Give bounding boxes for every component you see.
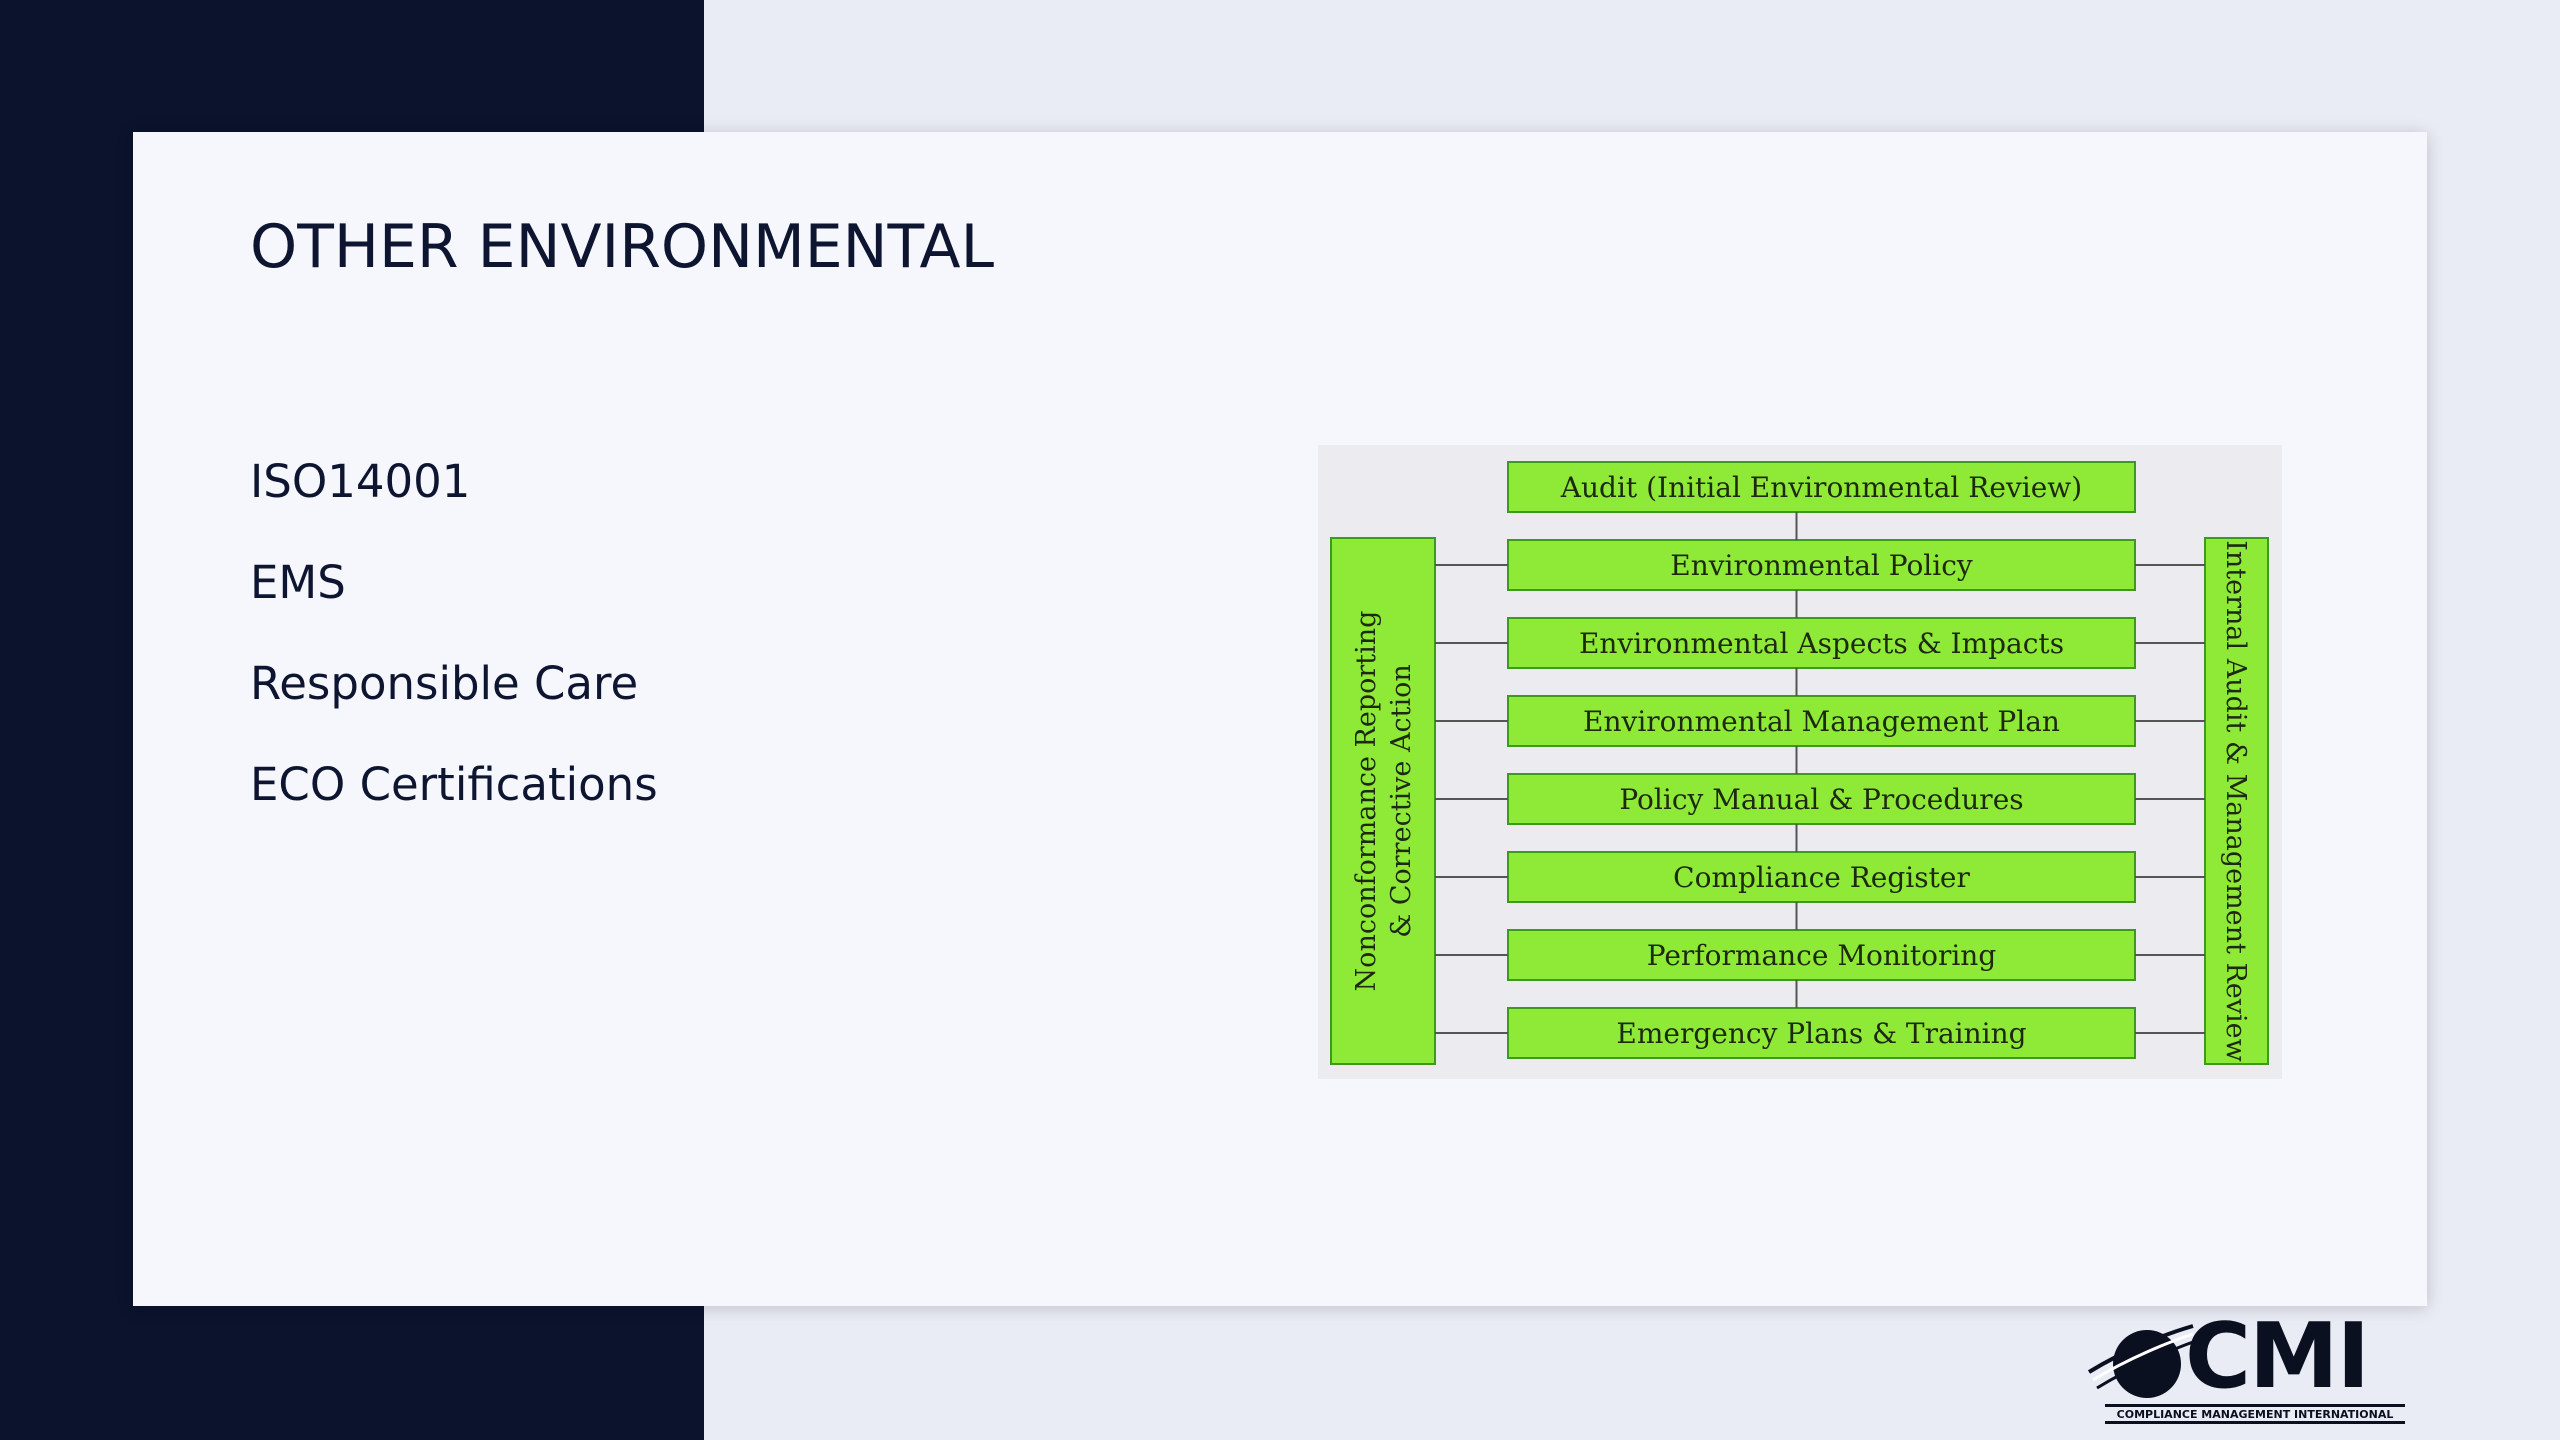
flow-box-label: Audit (Initial Environmental Review) bbox=[1560, 471, 2082, 504]
slide-title: OTHER ENVIRONMENTAL bbox=[250, 212, 995, 282]
ems-flow-svg: Nonconformance Reporting & Corrective Ac… bbox=[1330, 461, 2269, 1065]
logo-wordmark: CMI bbox=[2185, 1304, 2370, 1409]
globe-swoosh-icon bbox=[2087, 1324, 2194, 1398]
bullet-item: ISO14001 bbox=[250, 455, 471, 508]
bullet-item: ECO Certifications bbox=[250, 758, 658, 811]
flow-box-label: Environmental Policy bbox=[1670, 549, 1973, 582]
flow-box-label: Compliance Register bbox=[1673, 861, 1970, 894]
diagram-boxes: Audit (Initial Environmental Review) Envi… bbox=[1507, 461, 2136, 1059]
cmi-logo: CMI COMPLIANCE MANAGEMENT INTERNATIONAL bbox=[2085, 1304, 2425, 1428]
flow-box-label: Emergency Plans & Training bbox=[1616, 1017, 2026, 1050]
bullet-list: ISO14001 EMS Responsible Care ECO Certif… bbox=[250, 452, 658, 856]
flow-box-label: Performance Monitoring bbox=[1647, 939, 1997, 972]
flow-box-label: Environmental Management Plan bbox=[1583, 705, 2060, 738]
slide-card: OTHER ENVIRONMENTAL ISO14001 EMS Respons… bbox=[133, 132, 2427, 1306]
left-side-label-line2: & Corrective Action bbox=[1386, 664, 1417, 938]
logo-subtitle: COMPLIANCE MANAGEMENT INTERNATIONAL bbox=[2105, 1404, 2405, 1424]
flow-box-label: Policy Manual & Procedures bbox=[1619, 783, 2023, 816]
left-side-bar bbox=[1330, 537, 1436, 1065]
bullet-item: Responsible Care bbox=[250, 657, 639, 710]
right-side-label: Internal Audit & Management Review bbox=[2220, 540, 2251, 1062]
left-side-label-line1: Nonconformance Reporting bbox=[1351, 611, 1382, 992]
flow-box-label: Environmental Aspects & Impacts bbox=[1579, 627, 2064, 660]
ems-flow-diagram: Nonconformance Reporting & Corrective Ac… bbox=[1318, 445, 2282, 1079]
bullet-item: EMS bbox=[250, 556, 346, 609]
